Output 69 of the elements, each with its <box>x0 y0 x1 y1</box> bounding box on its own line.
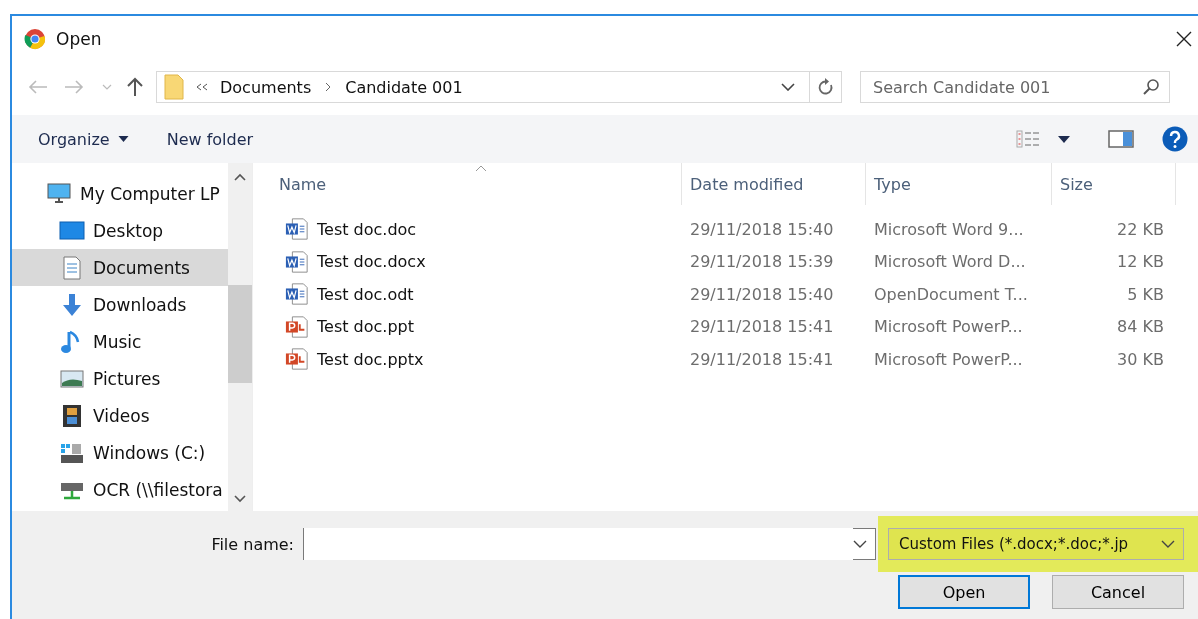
preview-pane-icon[interactable] <box>1108 130 1134 148</box>
window-title: Open <box>56 29 102 49</box>
dialog-button[interactable]: Cancel <box>1052 575 1184 609</box>
scroll-down-icon[interactable] <box>234 495 246 503</box>
presentation-document-icon <box>285 314 309 339</box>
file-name[interactable]: Test doc.ppt <box>317 317 414 337</box>
scrollbar[interactable] <box>228 163 252 511</box>
chevron-down-icon[interactable] <box>853 540 867 548</box>
sidebar-item[interactable]: Windows (C:) <box>12 434 228 471</box>
browser-logo-icon <box>24 28 46 50</box>
search-icon <box>1142 78 1160 96</box>
folder-icon <box>164 74 184 100</box>
table-cell-text: 22 KB <box>1116 219 1165 239</box>
toolbar-button[interactable]: Organize <box>30 125 137 153</box>
column-header[interactable]: Size <box>1052 163 1176 205</box>
address-bar[interactable]: Documents Candidate 001 <box>156 71 842 103</box>
word-document-icon <box>285 282 309 307</box>
file-name[interactable]: Test doc.odt <box>317 284 414 304</box>
field-label: File name: <box>210 534 294 554</box>
chevron-down-icon <box>1161 540 1175 548</box>
file-name[interactable]: Test doc.pptx <box>317 349 424 369</box>
sidebar-item[interactable]: Documents <box>12 249 228 286</box>
sidebar-item[interactable]: Pictures <box>12 360 228 397</box>
presentation-document-icon <box>285 347 309 372</box>
table-cell-text: 12 KB <box>1116 252 1165 272</box>
word-document-icon <box>285 249 309 274</box>
table-cell-text: Microsoft PowerP... <box>873 349 1024 369</box>
help-icon[interactable] <box>1162 126 1188 152</box>
chevron-right-icon <box>325 82 332 92</box>
up-arrow-icon[interactable] <box>126 77 144 97</box>
column-header[interactable]: Date modified <box>682 163 866 205</box>
refresh-icon <box>817 78 834 96</box>
table-cell-text: 30 KB <box>1116 349 1165 369</box>
sidebar-item[interactable]: Music <box>12 323 228 360</box>
column-header[interactable]: Type <box>866 163 1052 205</box>
file-name-field[interactable] <box>303 528 876 560</box>
caret-icon[interactable] <box>1058 135 1070 143</box>
table-cell-text: 29/11/2018 15:41 <box>689 317 835 337</box>
dialog-button[interactable]: Open <box>898 575 1030 609</box>
table-cell-text: 84 KB <box>1116 317 1165 337</box>
table-cell-text: 29/11/2018 15:39 <box>689 252 835 272</box>
caret-icon <box>117 136 129 142</box>
chevron-down-icon[interactable] <box>781 83 795 91</box>
column-header[interactable]: Name <box>253 163 682 205</box>
sidebar-item[interactable]: OCR (\\filestora <box>12 471 228 508</box>
sidebar-item[interactable]: Downloads <box>12 286 228 323</box>
double-chevron-icon <box>196 83 208 91</box>
sidebar-item[interactable]: My Computer LP <box>12 175 228 212</box>
table-cell-text: 5 KB <box>1126 284 1165 304</box>
scroll-up-icon[interactable] <box>234 173 246 181</box>
file-name[interactable]: Test doc.docx <box>317 252 426 272</box>
toolbar-button[interactable]: New folder <box>158 125 262 153</box>
sidebar-item[interactable]: Desktop <box>12 212 228 249</box>
table-cell-text: 29/11/2018 15:40 <box>689 219 835 239</box>
table-cell-text: Microsoft Word D... <box>873 252 1027 272</box>
table-cell-text: Microsoft Word 9... <box>873 219 1025 239</box>
sidebar-item[interactable]: Videos <box>12 397 228 434</box>
close-icon[interactable] <box>1176 31 1192 47</box>
table-cell-text: OpenDocument T... <box>873 284 1029 304</box>
file-name[interactable]: Test doc.doc <box>317 219 417 239</box>
breadcrumb-item[interactable]: Candidate 001 <box>345 77 463 97</box>
table-cell-text: 29/11/2018 15:40 <box>689 284 835 304</box>
sort-caret-icon <box>475 165 487 172</box>
word-document-icon <box>285 217 309 242</box>
table-cell-text: Microsoft PowerP... <box>873 317 1024 337</box>
table-cell-text: 29/11/2018 15:41 <box>689 349 835 369</box>
search-field[interactable]: Search Candidate 001 <box>860 71 1170 103</box>
file-type-dropdown[interactable]: Custom Files (*.docx;*.doc;*.jp <box>888 528 1184 560</box>
breadcrumb-item[interactable]: Documents <box>220 77 312 97</box>
